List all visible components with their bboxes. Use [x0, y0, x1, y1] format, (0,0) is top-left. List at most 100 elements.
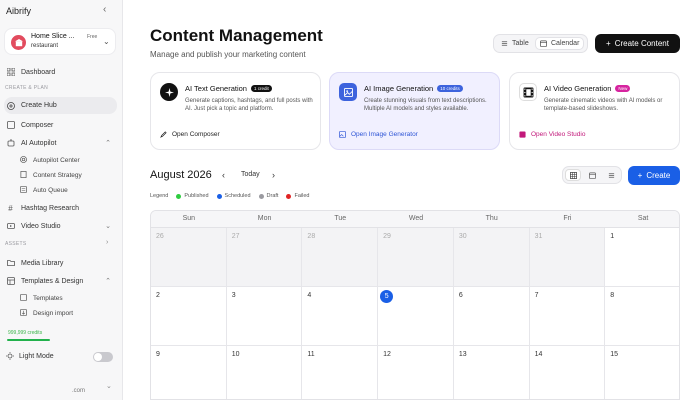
- business-name: Home Slice ...: [31, 33, 75, 40]
- sidebar-item-label: Design import: [33, 309, 74, 317]
- sidebar-item-label: AI Autopilot: [21, 139, 57, 147]
- chevron-right-icon[interactable]: ›: [272, 170, 275, 180]
- calendar-day-cell[interactable]: 26: [151, 228, 227, 287]
- calendar-day-cell[interactable]: 12: [378, 346, 454, 399]
- week-view-button[interactable]: [584, 169, 600, 181]
- robot-icon: [6, 139, 15, 148]
- account-domain: .com: [72, 388, 86, 394]
- light-mode-label: Light Mode: [19, 352, 54, 360]
- sidebar-item-hashtag-research[interactable]: # Hashtag Research: [4, 201, 117, 215]
- calendar-day-cell[interactable]: 11: [302, 346, 379, 399]
- calendar-day-cell[interactable]: 30: [453, 228, 530, 287]
- sidebar-item-templates[interactable]: Templates: [20, 294, 63, 302]
- sidebar-item-design-import[interactable]: Design import: [20, 309, 73, 317]
- film-icon: [519, 131, 526, 138]
- day-number: 12: [383, 351, 391, 358]
- sidebar-item-content-strategy[interactable]: Content Strategy: [20, 171, 82, 179]
- month-label: August 2026: [150, 169, 212, 181]
- credits-label: 999,999 credits: [8, 330, 43, 336]
- legend-item-draft: Draft: [258, 193, 279, 199]
- sparkles-icon: [160, 83, 178, 101]
- import-icon: [20, 309, 28, 317]
- status-dot: [176, 193, 182, 199]
- chevron-down-icon[interactable]: ⌄: [106, 382, 112, 390]
- ai-image-generation-card[interactable]: AI Image Generation 10 credits Create stu…: [329, 72, 500, 150]
- day-number: 7: [534, 292, 539, 299]
- open-video-studio-link[interactable]: Open Video Studio: [519, 131, 585, 138]
- weekday-header: Sun Mon Tue Wed Thu Fri Sat: [151, 211, 679, 228]
- calendar-icon: [540, 40, 547, 47]
- month-grid-button[interactable]: [565, 169, 581, 181]
- sidebar-item-label: Create Hub: [21, 102, 57, 109]
- plus-icon: +: [637, 171, 643, 180]
- legend-label: Scheduled: [224, 193, 251, 199]
- calendar-day-cell[interactable]: 28: [302, 228, 379, 287]
- calendar-day-cell[interactable]: 14: [530, 346, 606, 399]
- sidebar-item-video-studio[interactable]: Video Studio ⌄: [4, 219, 117, 233]
- sidebar-item-label: Templates & Design: [21, 277, 84, 285]
- calendar-day-cell[interactable]: 5: [378, 287, 454, 346]
- chevron-up-icon: ⌃: [105, 278, 111, 285]
- sidebar-item-templates-design[interactable]: Templates & Design ⌃: [4, 274, 117, 288]
- calendar-day-cell[interactable]: 7: [529, 287, 606, 346]
- create-label: Create: [646, 171, 671, 180]
- weekday-sat: Sat: [637, 215, 649, 222]
- weekday-thu: Thu: [485, 215, 498, 222]
- card-title: AI Video Generation New: [544, 84, 631, 93]
- sidebar-item-label: Media Library: [21, 259, 64, 267]
- plus-circle-icon: [6, 101, 15, 110]
- business-switcher[interactable]: Home Slice ... restaurant Free ⌄: [4, 28, 116, 55]
- card-link-label: Open Video Studio: [531, 131, 586, 138]
- ai-text-generation-card[interactable]: AI Text Generation 1 credit Generate capt…: [150, 72, 321, 150]
- light-mode-toggle[interactable]: [93, 352, 113, 362]
- sidebar-item-label: Auto Queue: [33, 186, 68, 194]
- sidebar-item-dashboard[interactable]: Dashboard: [4, 65, 117, 79]
- image-icon: [339, 131, 346, 138]
- calendar-day-cell[interactable]: 31: [529, 228, 606, 287]
- calendar-day-cell[interactable]: 2: [151, 287, 227, 346]
- calendar-day-cell[interactable]: 1: [605, 228, 679, 287]
- sidebar-item-label: Templates: [33, 294, 63, 302]
- ai-video-generation-card[interactable]: AI Video Generation New Generate cinemati…: [509, 72, 680, 150]
- calendar-day-cell[interactable]: 15: [605, 346, 679, 399]
- calendar-day-cell[interactable]: 29: [378, 228, 454, 287]
- create-post-button[interactable]: + Create: [628, 166, 680, 185]
- today-indicator: 5: [380, 290, 394, 303]
- calendar-layout-toggle: [562, 166, 622, 184]
- view-toggle: Table Calendar: [493, 34, 588, 53]
- open-composer-link[interactable]: Open Composer: [160, 131, 220, 138]
- sidebar-item-autopilot-center[interactable]: Autopilot Center: [20, 156, 80, 164]
- create-content-button[interactable]: + Create Content: [595, 34, 680, 53]
- day-number: 27: [231, 233, 240, 240]
- list-view-button[interactable]: [603, 169, 619, 181]
- sidebar-item-label: Hashtag Research: [21, 204, 79, 212]
- open-image-generator-link[interactable]: Open Image Generator: [339, 131, 418, 138]
- legend-label: Draft: [266, 193, 279, 199]
- sidebar-item-ai-autopilot[interactable]: AI Autopilot ⌃: [4, 136, 117, 150]
- calendar-day-cell[interactable]: 27: [226, 228, 303, 287]
- sidebar-item-auto-queue[interactable]: Auto Queue: [20, 186, 68, 194]
- sidebar-item-media-library[interactable]: Media Library: [4, 256, 117, 270]
- day-number: 11: [307, 351, 315, 358]
- today-button[interactable]: Today: [241, 171, 260, 178]
- collapse-sidebar-button[interactable]: ‹: [103, 4, 106, 15]
- card-title-text: AI Text Generation: [185, 84, 247, 93]
- calendar-day-cell[interactable]: 13: [454, 346, 530, 399]
- calendar-day-cell[interactable]: 3: [226, 287, 303, 346]
- table-view-button[interactable]: Table: [497, 37, 533, 50]
- chevron-left-icon[interactable]: ‹: [222, 170, 225, 180]
- calendar-view-button[interactable]: Calendar: [535, 37, 585, 50]
- plus-icon: +: [606, 39, 611, 48]
- calendar-day-cell[interactable]: 6: [453, 287, 530, 346]
- chevron-right-icon: ›: [106, 239, 109, 246]
- calendar-day-cell[interactable]: 8: [605, 287, 679, 346]
- calendar-day-cell[interactable]: 4: [302, 287, 379, 346]
- sidebar-item-composer[interactable]: Composer: [4, 118, 117, 132]
- plan-badge: Free: [87, 34, 98, 40]
- calendar-day-cell[interactable]: 9: [151, 346, 227, 399]
- sidebar-item-create-hub[interactable]: Create Hub: [4, 97, 117, 114]
- film-icon: [519, 83, 537, 101]
- calendar-day-cell[interactable]: 10: [227, 346, 303, 399]
- folder-icon: [6, 259, 15, 268]
- legend-item-failed: Failed: [286, 193, 309, 199]
